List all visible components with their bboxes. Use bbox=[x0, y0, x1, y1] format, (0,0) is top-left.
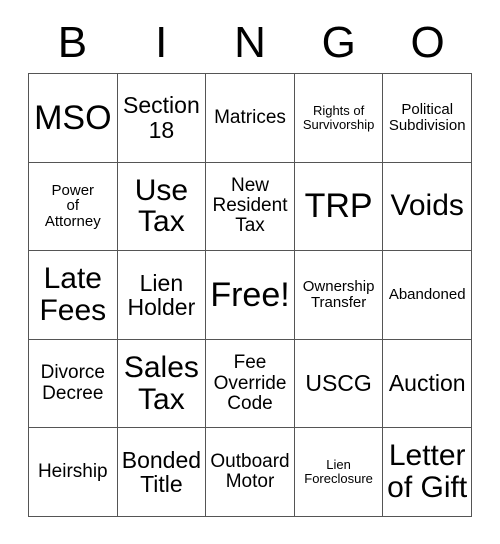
bingo-header-letter-g: G bbox=[321, 17, 356, 67]
bingo-cell-label: Fee Override Code bbox=[213, 352, 287, 414]
bingo-cell-r4c3[interactable]: Fee Override Code bbox=[206, 339, 295, 429]
bingo-header-letter-b: B bbox=[57, 17, 88, 67]
bingo-cell-r3c3-free-space[interactable]: Free! bbox=[206, 251, 295, 340]
bingo-cell-r5c4[interactable]: Lien Foreclosure bbox=[294, 428, 384, 517]
bingo-cell-r2c2[interactable]: Use Tax bbox=[117, 162, 207, 252]
bingo-cell-r2c1[interactable]: Power of Attorney bbox=[29, 162, 118, 252]
bingo-cell-label: USCG bbox=[305, 370, 372, 397]
bingo-cell-r1c2[interactable]: Section 18 bbox=[117, 74, 207, 163]
bingo-cell-label: Rights of Survivorship bbox=[302, 103, 375, 132]
bingo-header-letter-n: N bbox=[234, 17, 266, 67]
bingo-cell-label: Free! bbox=[210, 275, 290, 314]
bingo-cell-r1c3[interactable]: Matrices bbox=[206, 74, 295, 163]
bingo-cell-label: New Resident Tax bbox=[212, 175, 288, 237]
bingo-cell-label: Sales Tax bbox=[123, 350, 199, 416]
bingo-cell-r5c1[interactable]: Heirship bbox=[29, 428, 118, 517]
bingo-cell-label: Section 18 bbox=[123, 92, 200, 143]
bingo-cell-r2c5[interactable]: Voids bbox=[383, 162, 472, 252]
bingo-cell-r4c1[interactable]: Divorce Decree bbox=[29, 339, 118, 429]
bingo-cell-label: Abandoned bbox=[388, 286, 466, 304]
bingo-header-letter-i: I bbox=[155, 17, 168, 67]
bingo-header-row: B I N G O bbox=[28, 12, 472, 73]
bingo-cell-label: Ownership Transfer bbox=[302, 278, 375, 311]
bingo-cell-r5c3[interactable]: Outboard Motor bbox=[206, 428, 295, 517]
bingo-cell-label: Auction bbox=[388, 370, 466, 397]
bingo-cell-r2c3[interactable]: New Resident Tax bbox=[206, 162, 295, 252]
bingo-cell-r3c2[interactable]: Lien Holder bbox=[117, 251, 207, 340]
bingo-cell-r4c4[interactable]: USCG bbox=[294, 339, 384, 429]
bingo-cell-r4c5[interactable]: Auction bbox=[383, 339, 472, 429]
bingo-header-letter-o: O bbox=[410, 17, 445, 67]
bingo-cell-r5c5[interactable]: Letter of Gift bbox=[383, 428, 472, 517]
bingo-cell-label: Voids bbox=[390, 189, 464, 223]
bingo-cell-label: Heirship bbox=[37, 461, 108, 483]
bingo-cell-label: Power of Attorney bbox=[44, 181, 101, 231]
bingo-cell-label: Lien Foreclosure bbox=[304, 457, 373, 487]
bingo-cell-r2c4[interactable]: TRP bbox=[294, 162, 384, 252]
bingo-cell-r1c1[interactable]: MSO bbox=[29, 74, 118, 163]
bingo-cell-label: Bonded Title bbox=[121, 446, 202, 498]
bingo-cell-label: Late Fees bbox=[39, 262, 107, 327]
bingo-cell-label: Political Subdivision bbox=[388, 100, 466, 134]
bingo-cell-r1c4[interactable]: Rights of Survivorship bbox=[294, 74, 384, 163]
bingo-card: B I N G O MSO Section 18 Matrices Rights… bbox=[0, 0, 500, 544]
bingo-cell-label: MSO bbox=[34, 98, 112, 137]
bingo-cell-label: TRP bbox=[304, 187, 373, 226]
bingo-cell-r3c4[interactable]: Ownership Transfer bbox=[294, 251, 384, 340]
bingo-cell-label: Divorce Decree bbox=[40, 362, 105, 404]
bingo-cell-label: Letter of Gift bbox=[387, 439, 468, 505]
bingo-cell-r3c5[interactable]: Abandoned bbox=[383, 251, 472, 340]
bingo-cell-label: Matrices bbox=[214, 106, 286, 128]
bingo-cell-r1c5[interactable]: Political Subdivision bbox=[383, 74, 472, 163]
bingo-cell-r4c2[interactable]: Sales Tax bbox=[117, 339, 207, 429]
bingo-cell-label: Use Tax bbox=[134, 173, 189, 239]
bingo-cell-label: Outboard Motor bbox=[210, 451, 290, 493]
bingo-cell-label: Lien Holder bbox=[127, 269, 196, 320]
bingo-cell-r3c1[interactable]: Late Fees bbox=[29, 251, 118, 340]
bingo-cell-r5c2[interactable]: Bonded Title bbox=[117, 428, 207, 517]
bingo-grid: MSO Section 18 Matrices Rights of Surviv… bbox=[28, 73, 472, 517]
